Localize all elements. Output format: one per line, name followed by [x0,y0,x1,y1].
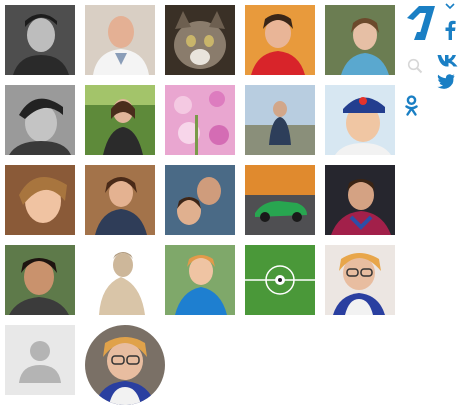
avatar-photo [85,85,155,155]
avatar-tile[interactable] [325,85,395,155]
channel-one-logo-icon[interactable] [405,4,437,42]
avatar-photo [5,165,75,235]
avatar-tile[interactable] [85,5,155,75]
avatar-tile[interactable] [5,165,75,235]
avatar-tile[interactable] [325,165,395,235]
avatar-tile[interactable] [85,245,155,315]
avatar-tile[interactable] [165,245,235,315]
avatar-tile[interactable] [85,165,155,235]
avatar-photo [325,165,395,235]
avatar-photo [5,245,75,315]
avatar-tile[interactable] [325,5,395,75]
avatar-photo [325,85,395,155]
avatar-photo [85,245,155,315]
avatar-tile[interactable] [245,85,315,155]
side-panel [400,0,461,130]
avatar-photo [85,325,165,405]
page [0,0,461,411]
search-icon[interactable] [407,58,423,74]
avatar-photo [245,85,315,155]
avatar-tile[interactable] [165,5,235,75]
avatar-tile[interactable] [245,165,315,235]
avatar-photo [325,245,395,315]
avatar-photo [85,165,155,235]
avatar-photo [165,5,235,75]
avatar-tile[interactable] [5,325,75,395]
avatar-tile[interactable] [5,245,75,315]
avatar-grid [5,5,397,407]
avatar-photo [5,5,75,75]
avatar-tile[interactable] [165,85,235,155]
vk-icon[interactable] [437,54,459,67]
avatar-photo [165,85,235,155]
avatar-photo [245,165,315,235]
avatar-photo [85,5,155,75]
avatar-photo [165,165,235,235]
avatar-photo [245,5,315,75]
avatar-tile[interactable] [165,165,235,235]
avatar-photo [165,245,235,315]
twitter-icon[interactable] [437,74,455,89]
avatar-tile[interactable] [85,85,155,155]
avatar-photo [325,5,395,75]
avatar-tile[interactable] [5,85,75,155]
avatar-tile[interactable] [5,5,75,75]
avatar-tile[interactable] [245,245,315,315]
avatar-photo [5,85,75,155]
default-user-icon [5,325,75,395]
facebook-icon[interactable] [444,20,456,40]
avatar-tile[interactable] [325,245,395,315]
chevron-down-icon[interactable] [445,2,455,10]
avatar-tile[interactable] [245,5,315,75]
odnoklassniki-icon[interactable] [405,95,418,117]
avatar-photo [245,245,315,315]
avatar-tile-selected[interactable] [85,325,165,405]
